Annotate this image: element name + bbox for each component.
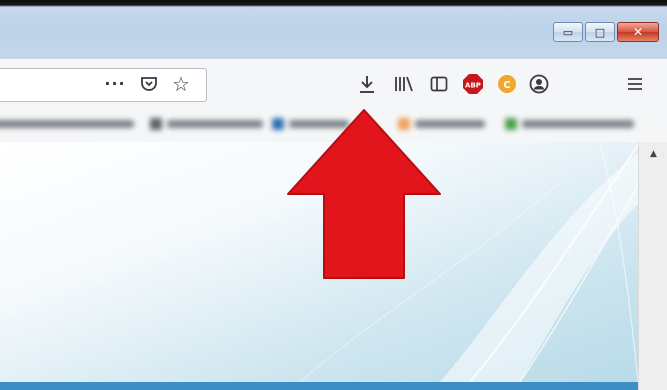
bookmark-item[interactable] bbox=[505, 117, 634, 131]
minimize-button[interactable]: ▭ bbox=[553, 22, 583, 42]
extension-icon[interactable]: C bbox=[496, 73, 518, 95]
sidebar-icon[interactable] bbox=[428, 73, 450, 95]
bookmark-star-icon[interactable]: ☆ bbox=[170, 73, 192, 95]
downloads-icon[interactable] bbox=[356, 73, 378, 95]
bookmark-item[interactable] bbox=[0, 117, 134, 131]
window-controls: ▭ □ ✕ bbox=[553, 22, 659, 42]
navigation-toolbar: ··· ☆ ABP C bbox=[0, 58, 667, 109]
content-bottom-bar bbox=[0, 382, 638, 390]
minimize-icon: ▭ bbox=[562, 25, 574, 39]
page-actions-icon[interactable]: ··· bbox=[104, 73, 126, 95]
menu-icon[interactable] bbox=[624, 73, 646, 95]
vertical-scrollbar[interactable]: ▲ bbox=[638, 142, 667, 390]
abp-label: ABP bbox=[465, 82, 481, 90]
library-icon[interactable] bbox=[393, 73, 415, 95]
close-icon: ✕ bbox=[632, 25, 644, 39]
bookmark-item[interactable] bbox=[150, 117, 263, 131]
window-title-bar: ▭ □ ✕ bbox=[0, 0, 667, 58]
pocket-icon[interactable] bbox=[138, 73, 160, 95]
extension-label: C bbox=[503, 80, 510, 91]
adblock-plus-icon[interactable]: ABP bbox=[462, 73, 484, 95]
red-arrow-annotation bbox=[287, 109, 441, 279]
maximize-button[interactable]: □ bbox=[585, 22, 615, 42]
address-bar[interactable]: ··· ☆ bbox=[0, 68, 207, 102]
account-icon[interactable] bbox=[528, 73, 550, 95]
maximize-icon: □ bbox=[594, 25, 606, 39]
scroll-up-arrow-icon[interactable]: ▲ bbox=[639, 146, 667, 162]
close-button[interactable]: ✕ bbox=[617, 22, 659, 42]
